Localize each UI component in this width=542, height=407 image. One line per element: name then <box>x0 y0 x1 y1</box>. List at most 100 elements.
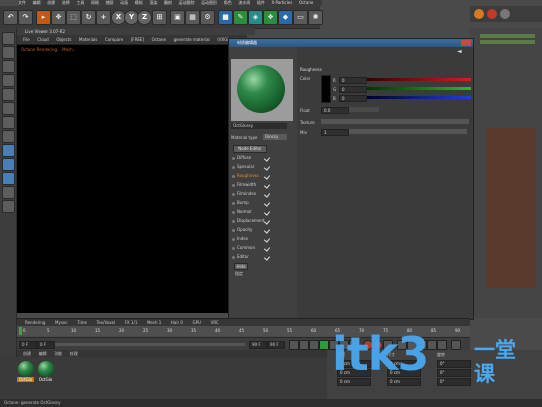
g-value-field[interactable]: 0 <box>339 86 367 93</box>
material-preview[interactable] <box>231 59 293 121</box>
close-icon[interactable] <box>461 40 471 46</box>
checkmark-icon[interactable] <box>263 173 271 180</box>
play-icon[interactable] <box>319 340 329 350</box>
back-arrow-icon[interactable]: ◄ <box>457 49 465 55</box>
playhead[interactable] <box>19 327 22 335</box>
channel-index[interactable]: Index <box>232 235 248 242</box>
material-thumbnail[interactable]: OctGlo <box>17 361 34 382</box>
mix-slider[interactable] <box>349 129 467 134</box>
polygons-mode-icon[interactable] <box>2 116 15 129</box>
render-settings-icon[interactable]: ⚙ <box>200 10 215 25</box>
tweak-mode-icon[interactable] <box>2 144 15 157</box>
material-type-dropdown[interactable]: Glossy <box>263 134 287 140</box>
lv-menu-file[interactable]: File <box>23 35 30 44</box>
lock-workplane-icon[interactable] <box>2 172 15 185</box>
checkmark-icon[interactable] <box>263 164 271 171</box>
lv-menu-cloud[interactable]: Cloud <box>37 35 48 44</box>
checkmark-icon[interactable] <box>263 218 271 225</box>
dialog-titlebar[interactable]: 材质编辑器 <box>229 39 473 47</box>
checkmark-icon[interactable] <box>263 254 271 261</box>
render-viewport[interactable]: Octane Rendering... Mesh... <box>17 45 229 313</box>
r-value-field[interactable]: 0 <box>339 77 367 84</box>
octane-logo-icon[interactable] <box>487 9 497 19</box>
lv-menu-compare[interactable]: Compare <box>105 35 123 44</box>
checkmark-icon[interactable] <box>263 227 271 234</box>
subdivision-icon[interactable]: ◈ <box>248 10 263 25</box>
mm-menu-texture[interactable]: 纹理 <box>70 350 78 357</box>
material-thumbnail[interactable]: OctGlo <box>37 361 54 382</box>
checkmark-icon[interactable] <box>263 209 271 216</box>
array-icon[interactable]: ❖ <box>263 10 278 25</box>
go-to-start-icon[interactable] <box>289 340 299 350</box>
mm-menu-edit[interactable]: 编辑 <box>39 350 47 357</box>
hide-button[interactable]: Hide <box>234 263 248 270</box>
render-view-icon[interactable]: ▣ <box>170 10 185 25</box>
channel-editor[interactable]: Editor <box>232 253 249 260</box>
material-name-field[interactable]: OctGlossy <box>231 123 287 129</box>
float-value-field[interactable]: 0.0 <box>321 107 349 114</box>
gear-icon[interactable] <box>500 9 510 19</box>
start-frame-field[interactable]: 0 F <box>19 341 37 349</box>
make-editable-icon[interactable] <box>2 32 15 45</box>
workplane-icon[interactable] <box>2 74 15 87</box>
assign-tab[interactable]: 指定 <box>235 271 243 277</box>
g-slider[interactable] <box>367 87 471 90</box>
channel-bump[interactable]: Bump <box>232 199 249 206</box>
scale-tool-icon[interactable]: ⬚ <box>66 10 81 25</box>
lv-menu-materials[interactable]: Materials <box>79 35 97 44</box>
mix-value-field[interactable]: 1 <box>321 129 349 136</box>
range-slider[interactable] <box>55 343 245 346</box>
color-swatch[interactable] <box>321 75 331 103</box>
rotate-tool-icon[interactable]: ↻ <box>81 10 96 25</box>
checkmark-icon[interactable] <box>263 182 271 189</box>
current-frame-field[interactable]: 0 F <box>37 341 55 349</box>
b-slider[interactable] <box>367 96 471 99</box>
channel-common[interactable]: Common <box>232 244 255 251</box>
paint-icon[interactable] <box>2 200 15 213</box>
prev-key-icon[interactable] <box>299 340 309 350</box>
checkmark-icon[interactable] <box>263 200 271 207</box>
channel-filmindex[interactable]: Filmindex <box>232 190 256 197</box>
channel-opacity[interactable]: Opacity <box>232 226 252 233</box>
snap-icon[interactable] <box>2 158 15 171</box>
checkmark-icon[interactable] <box>263 191 271 198</box>
layout-icon[interactable] <box>474 9 484 19</box>
preview-end-field[interactable]: 90 F <box>267 341 285 349</box>
floor-icon[interactable]: ▭ <box>293 10 308 25</box>
end-frame-field[interactable]: 90 F <box>249 341 267 349</box>
node-editor-button[interactable]: Node Editor <box>233 145 267 153</box>
move-tool-icon[interactable]: ✥ <box>51 10 66 25</box>
checkmark-icon[interactable] <box>263 245 271 252</box>
texture-slot[interactable] <box>321 119 469 124</box>
recent-tool-icon[interactable]: + <box>96 10 111 25</box>
r-slider[interactable] <box>367 78 471 81</box>
channel-filmwidth[interactable]: Filmwidth <box>232 181 256 188</box>
channel-normal[interactable]: Normal <box>232 208 251 215</box>
object-row[interactable] <box>480 40 535 44</box>
render-picture-viewer-icon[interactable]: ▦ <box>185 10 200 25</box>
b-value-field[interactable]: 0 <box>339 95 367 102</box>
deformer-icon[interactable]: ◆ <box>278 10 293 25</box>
channel-specular[interactable]: Specular <box>232 163 254 170</box>
texture-mode-icon[interactable] <box>2 60 15 73</box>
mm-menu-create[interactable]: 创建 <box>23 350 31 357</box>
z-axis-toggle[interactable]: Z <box>137 10 152 25</box>
mm-menu-function[interactable]: 功能 <box>54 350 62 357</box>
axis-mode-icon[interactable] <box>2 130 15 143</box>
checkmark-icon[interactable] <box>263 236 271 243</box>
coord-system-icon[interactable]: ⊞ <box>152 10 167 25</box>
cube-icon[interactable]: ■ <box>218 10 233 25</box>
redo-icon[interactable]: ↷ <box>18 10 33 25</box>
pen-icon[interactable]: ✎ <box>233 10 248 25</box>
channel-diffuse[interactable]: Diffuse <box>232 154 251 161</box>
sculpt-icon[interactable] <box>2 186 15 199</box>
lv-menu-objects[interactable]: Objects <box>56 35 71 44</box>
undo-icon[interactable]: ↶ <box>3 10 18 25</box>
edges-mode-icon[interactable] <box>2 102 15 115</box>
checkmark-icon[interactable] <box>263 155 271 162</box>
channel-roughness[interactable]: Roughness <box>232 172 259 179</box>
float-slider[interactable] <box>349 107 379 112</box>
channel-displacement[interactable]: Displacement <box>232 217 265 224</box>
object-row[interactable] <box>480 34 535 38</box>
select-tool-icon[interactable]: ▸ <box>36 10 51 25</box>
